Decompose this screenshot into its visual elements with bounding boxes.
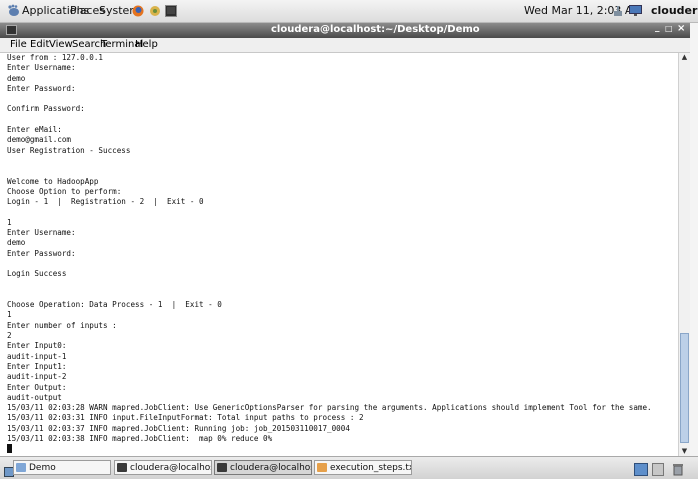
terminal-line: Choose Option to perform: — [7, 186, 122, 196]
package-launcher-icon[interactable] — [149, 5, 161, 17]
terminal-line: 2 — [7, 331, 12, 341]
terminal-line: Confirm Password: — [7, 104, 85, 114]
firefox-launcher-icon[interactable] — [132, 5, 144, 17]
bottom-panel: Demo cloudera@localhost:~/... cloudera@l… — [0, 456, 698, 479]
top-panel: Applications Places System Wed Mar 11, 2… — [0, 0, 698, 23]
terminal-icon — [217, 463, 227, 472]
taskbar-item-label: Demo — [29, 463, 56, 473]
terminal-line: Enter number of inputs : — [7, 320, 117, 330]
terminal-line: 15/03/11 02:03:28 WARN mapred.JobClient:… — [7, 403, 652, 413]
terminal-line: demo@gmail.com — [7, 135, 72, 145]
window-border — [690, 23, 698, 456]
terminal-line: audit-input-1 — [7, 351, 67, 361]
terminal-output[interactable]: User from : 127.0.0.1 Enter Username: demo… — [0, 53, 678, 456]
user-name[interactable]: cloudera — [651, 4, 698, 17]
terminal-line: Enter eMail: — [7, 125, 62, 135]
terminal-line: Enter Password: — [7, 83, 76, 93]
taskbar-item-demo[interactable]: Demo — [13, 460, 111, 475]
menu-edit[interactable]: Edit — [30, 39, 49, 50]
taskbar-item-terminal-2[interactable]: cloudera@localhost:~/... — [214, 460, 312, 475]
terminal-line: Enter Output: — [7, 382, 67, 392]
terminal-line: Welcome to HadoopApp — [7, 176, 99, 186]
taskbar-item-editor[interactable]: execution_steps.txt (~... — [314, 460, 412, 475]
text-editor-icon — [317, 463, 327, 472]
workspace-switcher-icon[interactable] — [634, 461, 648, 476]
terminal-line: 15/03/11 02:03:31 INFO input.FileInputFo… — [7, 413, 364, 423]
trash-icon[interactable] — [672, 461, 684, 476]
workspace-2-icon[interactable] — [652, 461, 664, 476]
scroll-thumb[interactable] — [680, 333, 689, 443]
scroll-down-icon[interactable]: ▼ — [680, 447, 689, 456]
terminal-line: audit-output — [7, 392, 62, 402]
menu-view[interactable]: View — [49, 39, 73, 50]
terminal-line: 1 — [7, 217, 12, 227]
terminal-line: 1 — [7, 310, 12, 320]
terminal-line: audit-input-2 — [7, 372, 67, 382]
taskbar-item-label: execution_steps.txt (~... — [330, 463, 412, 473]
terminal-line: 15/03/11 02:03:38 INFO mapred.JobClient:… — [7, 433, 273, 443]
menu-file[interactable]: File — [10, 39, 27, 50]
clock[interactable]: Wed Mar 11, 2:03 AM — [524, 4, 642, 17]
terminal-line: Enter Username: — [7, 228, 76, 238]
terminal-line: Login - 1 | Registration - 2 | Exit - 0 — [7, 197, 204, 207]
scroll-up-icon[interactable]: ▲ — [680, 53, 689, 62]
terminal-launcher-icon[interactable] — [165, 5, 177, 17]
minimize-button[interactable]: _ — [655, 23, 660, 33]
network-icon[interactable] — [612, 5, 624, 17]
terminal-line: Enter Password: — [7, 248, 76, 258]
terminal-line: Login Success — [7, 269, 67, 279]
terminal-line: User Registration - Success — [7, 145, 131, 155]
terminal-icon — [117, 463, 127, 472]
maximize-button[interactable]: □ — [665, 24, 673, 33]
window-title: cloudera@localhost:~/Desktop/Demo — [271, 24, 480, 35]
terminal-line: Enter Input1: — [7, 361, 67, 371]
window-menu-icon[interactable] — [6, 25, 17, 35]
window-titlebar[interactable]: cloudera@localhost:~/Desktop/Demo _ □ × — [0, 23, 698, 38]
terminal-line: Choose Operation: Data Process - 1 | Exi… — [7, 300, 222, 310]
terminal-line: Enter Input0: — [7, 341, 67, 351]
terminal-line: demo — [7, 238, 26, 248]
taskbar-item-terminal-1[interactable]: cloudera@localhost:~/... — [114, 460, 212, 475]
terminal-line: User from : 127.0.0.1 — [7, 53, 104, 62]
menu-bar: File Edit View Search Terminal Help — [0, 38, 698, 53]
folder-icon — [16, 463, 26, 472]
taskbar-item-label: cloudera@localhost:~/... — [230, 463, 311, 473]
taskbar-item-label: cloudera@localhost:~/... — [130, 463, 211, 473]
terminal-line: 15/03/11 02:03:37 INFO mapred.JobClient:… — [7, 423, 350, 433]
terminal-line: Enter Username: — [7, 63, 76, 73]
display-icon[interactable] — [629, 5, 642, 17]
terminal-cursor — [7, 444, 678, 454]
close-button[interactable]: × — [677, 23, 685, 34]
gnome-foot-icon[interactable] — [6, 4, 20, 17]
terminal-line: demo — [7, 73, 26, 83]
vertical-scrollbar[interactable]: ▲ ▼ — [678, 53, 690, 456]
menu-help[interactable]: Help — [135, 39, 158, 50]
